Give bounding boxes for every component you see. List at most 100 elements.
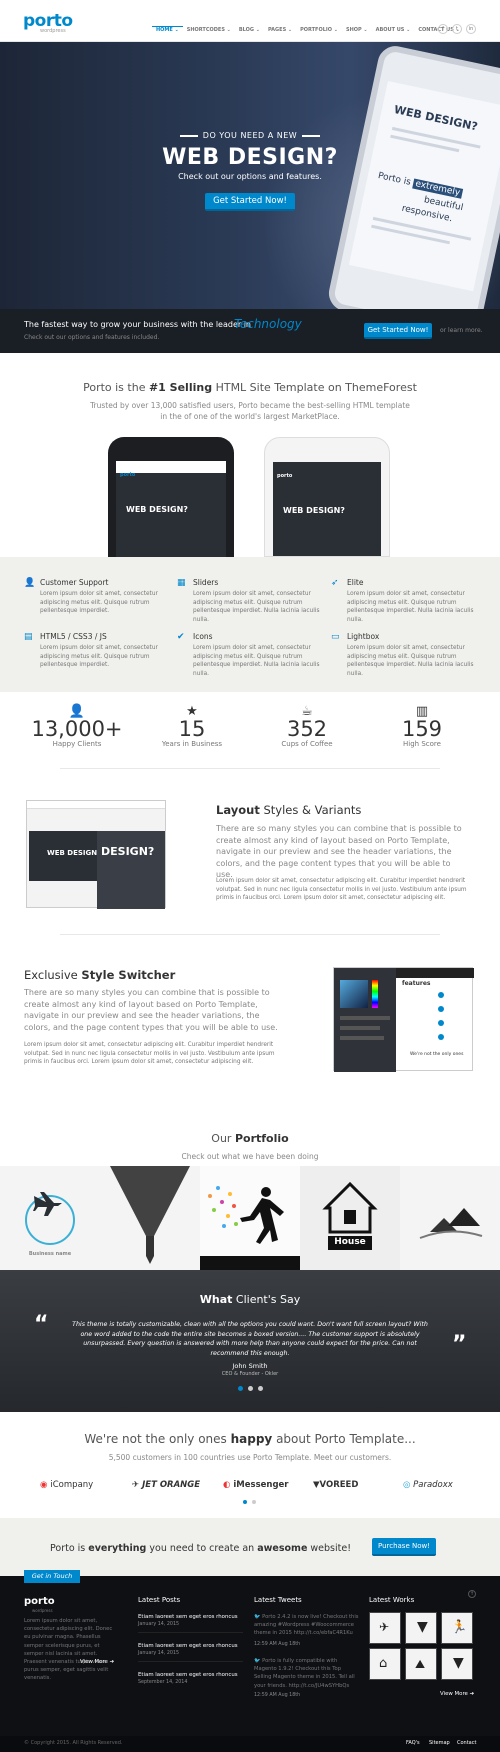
portfolio-item-5[interactable] xyxy=(400,1166,500,1270)
testimonials-section: What Client's Say “ ” This theme is tota… xyxy=(0,1270,500,1412)
testimonial-author: John Smith xyxy=(232,1362,268,1370)
phone-dark-screen: porto WEB DESIGN? xyxy=(116,461,226,557)
file-icon: ▤ xyxy=(24,632,33,642)
intro-title: Porto is the #1 Selling HTML Site Templa… xyxy=(83,381,417,394)
logo-subtitle: wordpress xyxy=(40,28,66,34)
clients-dot-active[interactable] xyxy=(243,1500,247,1504)
divider xyxy=(60,934,440,935)
footer-link-contact[interactable]: Contact xyxy=(457,1740,476,1746)
twitter-icon[interactable]: t xyxy=(452,24,462,34)
feature-icons: ✔ Icons Lorem ipsum dolor sit amet, cons… xyxy=(177,632,333,678)
feature-title: Sliders xyxy=(193,578,219,587)
band-highlight: Technology xyxy=(234,317,302,331)
hero-subtitle: Check out our options and features. xyxy=(178,172,322,181)
nav-blog[interactable]: BLOG ⌄ xyxy=(235,27,264,33)
feature-lightbox: ▭ Lightbox Lorem ipsum dolor sit amet, c… xyxy=(331,632,487,678)
linkedin-icon[interactable]: in xyxy=(466,24,476,34)
preview-caption: We're not the only ones xyxy=(410,1052,464,1057)
learn-more-link[interactable]: or learn more. xyxy=(440,327,483,334)
band-get-started-button[interactable]: Get Started Now! xyxy=(364,323,432,339)
scroll-top-icon[interactable]: ↑ xyxy=(468,1590,476,1598)
stat-years: ★ 15 Years in Business xyxy=(137,704,247,748)
client-logo-voreed: ▼VOREED xyxy=(313,1480,359,1490)
hero-get-started-button[interactable]: Get Started Now! xyxy=(205,193,295,211)
phone-screen-bar: porto xyxy=(116,461,226,478)
latest-tweets-title: Latest Tweets xyxy=(254,1596,302,1604)
quote-open-icon: “ xyxy=(34,1312,49,1337)
work-thumb-5[interactable]: ⛰ xyxy=(405,1648,437,1680)
nav-home[interactable]: HOME ⌄ xyxy=(152,26,183,33)
footer-link-sitemap[interactable]: Sitemap xyxy=(429,1740,450,1746)
facebook-icon[interactable]: f xyxy=(438,24,448,34)
portfolio-item-4[interactable]: House xyxy=(300,1166,400,1270)
phone-image-white: porto WEB DESIGN? xyxy=(264,437,390,557)
slider-dot-active[interactable] xyxy=(238,1386,243,1391)
stat-value: 352 xyxy=(286,717,328,741)
stat-high-score: ▥ 159 High Score xyxy=(367,704,477,748)
running-man-image xyxy=(200,1186,300,1270)
copyright-bar: © Copyright 2015. All Rights Reserved. F… xyxy=(0,1736,500,1752)
phone-white-title: WEB DESIGN? xyxy=(283,506,345,515)
post-link-1[interactable]: Etiam laoreet sem eget eros rhoncus xyxy=(138,1613,238,1621)
portfolio-item-3[interactable] xyxy=(200,1166,300,1270)
hero-phone-screen: WEB DESIGN? Porto is extremely beautiful… xyxy=(348,80,500,292)
work-thumb-1[interactable]: ✈ xyxy=(369,1612,401,1644)
preview-dot xyxy=(438,1006,444,1012)
preview-dot xyxy=(438,1034,444,1040)
bar-chart-icon: ▥ xyxy=(415,704,429,719)
work-thumb-6[interactable]: ▼ xyxy=(441,1648,473,1680)
post-date-1: January 14, 2015 xyxy=(138,1622,180,1627)
nav-about-us[interactable]: ABOUT US ⌄ xyxy=(372,27,415,33)
clients-title: We're not the only ones happy about Port… xyxy=(84,1432,416,1446)
phone-screen-bar: porto xyxy=(273,462,381,479)
color-picker xyxy=(340,980,368,1008)
slider-dot[interactable] xyxy=(248,1386,253,1391)
tweet-1-date: 12:59 AM Aug 18th xyxy=(254,1642,301,1647)
preview-screen-title: WEB DESIGN? xyxy=(47,849,102,857)
preview-dot xyxy=(438,992,444,998)
hero-slider: WEB DESIGN? Porto is extremely beautiful… xyxy=(0,42,500,309)
client-logo-jetorange: ✈ JET ORANGE xyxy=(132,1480,201,1490)
nav-pages[interactable]: PAGES ⌄ xyxy=(264,27,296,33)
testimonial-role: CEO & Founder - Okler xyxy=(221,1371,279,1377)
switcher-lead: There are so many styles you can combine… xyxy=(24,988,278,1032)
switcher-panel xyxy=(334,968,396,1072)
client-logo-icompany: ◉ iCompany xyxy=(40,1480,94,1490)
work-thumb-4[interactable]: ⌂ xyxy=(369,1648,401,1680)
cta-text: Porto is everything you need to create a… xyxy=(50,1543,352,1554)
portfolio-title: Our Portfolio xyxy=(211,1132,289,1145)
jet-icon: ✈ xyxy=(132,1480,140,1490)
slider-dot[interactable] xyxy=(258,1386,263,1391)
hero-kicker: DO YOU NEED A NEW xyxy=(0,131,500,140)
phone-dark-title: WEB DESIGN? xyxy=(126,505,188,514)
nav-shortcodes[interactable]: SHORTCODES ⌄ xyxy=(183,27,235,33)
nav-portfolio[interactable]: PORTFOLIO ⌄ xyxy=(296,27,342,33)
purchase-now-button[interactable]: Purchase Now! xyxy=(372,1538,436,1556)
feature-customer-support: 👤 Customer Support Lorem ipsum dolor sit… xyxy=(24,578,180,616)
main-nav: HOME ⌄ SHORTCODES ⌄ BLOG ⌄ PAGES ⌄ PORTF… xyxy=(152,26,464,33)
portfolio-item-1[interactable]: Business name xyxy=(0,1166,100,1270)
preview-header xyxy=(396,968,474,978)
clients-dot[interactable] xyxy=(252,1500,256,1504)
work-thumb-2[interactable]: ▼ xyxy=(405,1612,437,1644)
post-link-2[interactable]: Etiam laoreet sem eget eros rhoncus xyxy=(138,1642,238,1650)
footer-link-faq[interactable]: FAQ's xyxy=(406,1740,420,1746)
layout-title: Layout Styles & Variants xyxy=(216,803,362,817)
nav-shop[interactable]: SHOP ⌄ xyxy=(342,27,372,33)
rocket-icon: ➶ xyxy=(331,578,339,588)
works-view-more[interactable]: View More ➔ xyxy=(440,1690,474,1698)
feature-desc: Lorem ipsum dolor sit amet, consectetur … xyxy=(40,591,158,614)
stat-label: High Score xyxy=(403,740,441,748)
feature-html5: ▤ HTML5 / CSS3 / JS Lorem ipsum dolor si… xyxy=(24,632,180,670)
stat-value: 15 xyxy=(178,717,206,741)
get-in-touch-ribbon[interactable]: Get in Touch xyxy=(24,1570,80,1583)
work-thumb-3[interactable]: 🏃 xyxy=(441,1612,473,1644)
post-link-3[interactable]: Etiam laoreet sem eget eros rhoncus xyxy=(138,1671,238,1679)
feature-desc: Lorem ipsum dolor sit amet, consectetur … xyxy=(193,645,320,677)
tweet-2: 🐦 Porto is fully compatible with Magento… xyxy=(254,1658,355,1689)
portfolio-item-2[interactable] xyxy=(100,1166,200,1270)
footer-logo[interactable]: porto xyxy=(24,1596,55,1607)
footer-view-more[interactable]: View More ➔ xyxy=(80,1658,114,1666)
columns-icon: ▦ xyxy=(177,578,186,588)
coffee-icon: ☕ xyxy=(301,704,313,719)
